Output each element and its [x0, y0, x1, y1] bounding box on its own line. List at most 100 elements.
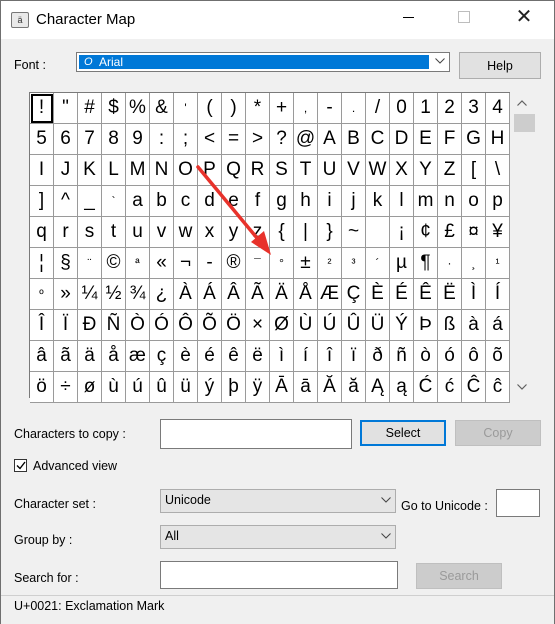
char-cell[interactable]: µ [390, 248, 414, 279]
advanced-view-label[interactable]: Advanced view [33, 459, 117, 473]
char-cell[interactable]: ă [342, 372, 366, 403]
search-button[interactable]: Search [416, 563, 502, 589]
char-cell[interactable]: Ý [390, 310, 414, 341]
char-cell[interactable]: ¦ [30, 248, 54, 279]
char-cell[interactable]: p [486, 186, 510, 217]
char-cell[interactable]: Ò [126, 310, 150, 341]
maximize-button[interactable] [441, 1, 487, 33]
char-cell[interactable]: ´ [366, 248, 390, 279]
char-cell[interactable]: À [174, 279, 198, 310]
help-button[interactable]: Help [459, 52, 541, 79]
go-to-unicode-input[interactable] [496, 489, 540, 517]
char-cell[interactable]: V [342, 155, 366, 186]
minimize-button[interactable] [385, 1, 431, 33]
char-cell[interactable]: S [270, 155, 294, 186]
char-cell[interactable]: e [222, 186, 246, 217]
char-cell[interactable]: J [54, 155, 78, 186]
char-cell[interactable]: % [126, 93, 150, 124]
char-cell[interactable]: # [78, 93, 102, 124]
char-cell[interactable]: & [150, 93, 174, 124]
char-cell[interactable]: k [366, 186, 390, 217]
char-cell[interactable]: 7 [78, 124, 102, 155]
char-cell[interactable]: + [270, 93, 294, 124]
char-cell[interactable]: Ì [462, 279, 486, 310]
character-grid[interactable]: ! " # $% & '() * +, -./0 1 2 3 4 5 6 7 8 9:; < = >? @ A B C D E F G H… [29, 92, 510, 403]
char-cell[interactable]: - [318, 93, 342, 124]
char-cell[interactable]: ¨ [78, 248, 102, 279]
char-cell[interactable]: [ [462, 155, 486, 186]
char-cell[interactable]: Ć [414, 372, 438, 403]
scroll-up-arrow-icon[interactable] [511, 94, 533, 112]
char-cell[interactable]: < [198, 124, 222, 155]
char-cell[interactable]: ¶ [414, 248, 438, 279]
char-cell[interactable]: - [198, 248, 222, 279]
char-cell[interactable]: H [486, 124, 510, 155]
char-cell[interactable]: b [150, 186, 174, 217]
char-cell[interactable]: y [222, 217, 246, 248]
char-cell[interactable]: G [462, 124, 486, 155]
char-cell[interactable]: æ [126, 341, 150, 372]
scroll-down-arrow-icon[interactable] [511, 378, 533, 396]
char-cell[interactable]: ü [174, 372, 198, 403]
char-cell[interactable]: ÿ [246, 372, 270, 403]
char-cell[interactable]: f [246, 186, 270, 217]
char-cell[interactable]: z [246, 217, 270, 248]
char-cell[interactable]: ä [78, 341, 102, 372]
grid-scrollbar[interactable] [511, 92, 535, 398]
scroll-thumb[interactable] [514, 114, 535, 132]
char-cell[interactable]: > [246, 124, 270, 155]
char-cell[interactable]: Ï [54, 310, 78, 341]
char-cell[interactable]: { [270, 217, 294, 248]
char-cell[interactable]: ¿ [150, 279, 174, 310]
char-cell[interactable]: Ù [294, 310, 318, 341]
char-cell[interactable]: ë [246, 341, 270, 372]
char-cell[interactable]: å [102, 341, 126, 372]
char-cell[interactable]: ñ [390, 341, 414, 372]
char-cell[interactable]: Ç [342, 279, 366, 310]
char-cell[interactable]: . [342, 93, 366, 124]
char-cell[interactable]: ò [414, 341, 438, 372]
char-cell[interactable]: ¼ [78, 279, 102, 310]
char-cell[interactable]: ø [78, 372, 102, 403]
char-cell[interactable]: / [366, 93, 390, 124]
char-cell[interactable]: þ [222, 372, 246, 403]
char-cell[interactable]: ± [294, 248, 318, 279]
advanced-view-checkbox[interactable] [14, 459, 27, 472]
char-cell[interactable]: 8 [102, 124, 126, 155]
char-cell[interactable]: ã [54, 341, 78, 372]
char-cell[interactable]: c [174, 186, 198, 217]
char-cell[interactable]: ° [270, 248, 294, 279]
char-cell[interactable]: È [366, 279, 390, 310]
char-cell[interactable]: ù [102, 372, 126, 403]
char-cell[interactable]: Ð [78, 310, 102, 341]
char-cell[interactable]: ] [30, 186, 54, 217]
char-cell[interactable]: ā [294, 372, 318, 403]
char-cell[interactable]: = [222, 124, 246, 155]
char-cell[interactable]: ý [198, 372, 222, 403]
char-cell[interactable]: n [438, 186, 462, 217]
char-cell[interactable]: M [126, 155, 150, 186]
char-cell[interactable]: ` [102, 186, 126, 217]
char-cell[interactable]: ó [438, 341, 462, 372]
char-cell[interactable]: Í [486, 279, 510, 310]
char-cell[interactable]: ª [126, 248, 150, 279]
char-cell[interactable]: U [318, 155, 342, 186]
char-cell[interactable]: õ [486, 341, 510, 372]
char-cell[interactable]: Þ [414, 310, 438, 341]
char-cell[interactable]: ß [438, 310, 462, 341]
char-cell[interactable]: E [414, 124, 438, 155]
char-cell[interactable]: r [54, 217, 78, 248]
char-cell[interactable]: I [30, 155, 54, 186]
char-cell[interactable]: B [342, 124, 366, 155]
char-cell[interactable]: 3 [462, 93, 486, 124]
char-cell[interactable]: ! [30, 93, 54, 124]
char-cell[interactable]: ' [174, 93, 198, 124]
char-cell[interactable]: " [54, 93, 78, 124]
char-cell[interactable]: O [174, 155, 198, 186]
char-cell[interactable]: j [342, 186, 366, 217]
char-cell[interactable]: Û [342, 310, 366, 341]
char-cell[interactable]: É [390, 279, 414, 310]
char-cell[interactable]: t [102, 217, 126, 248]
char-cell[interactable]: ì [270, 341, 294, 372]
char-cell[interactable]: , [294, 93, 318, 124]
